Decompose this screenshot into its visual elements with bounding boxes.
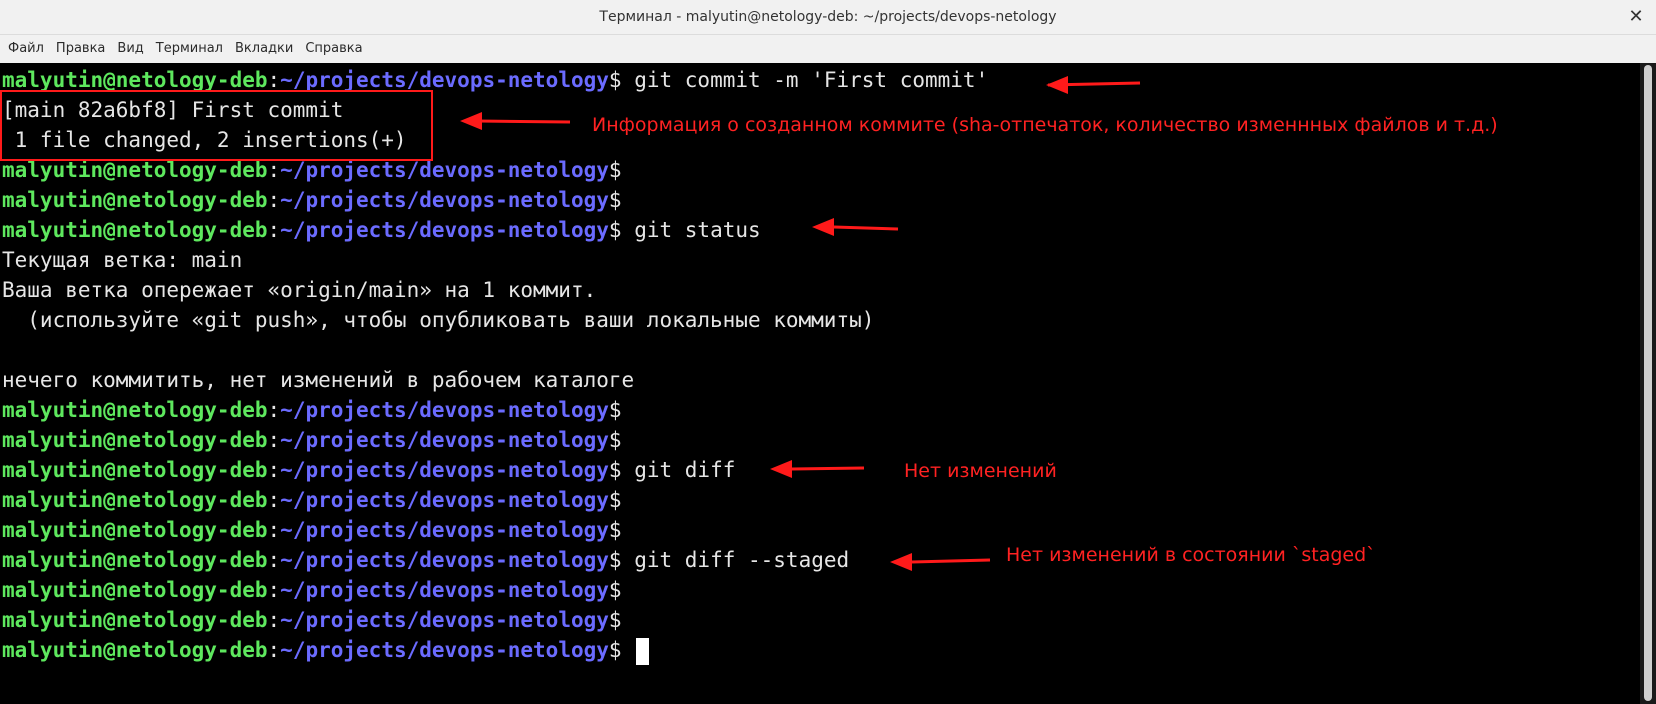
arrow-git-diff (770, 460, 865, 478)
arrow-commit-info (460, 112, 571, 130)
arrow-git-status (812, 218, 899, 236)
arrow-git-diff-staged (890, 553, 991, 571)
annotation-arrows (460, 76, 1141, 571)
arrow-commit-command (1046, 76, 1141, 94)
